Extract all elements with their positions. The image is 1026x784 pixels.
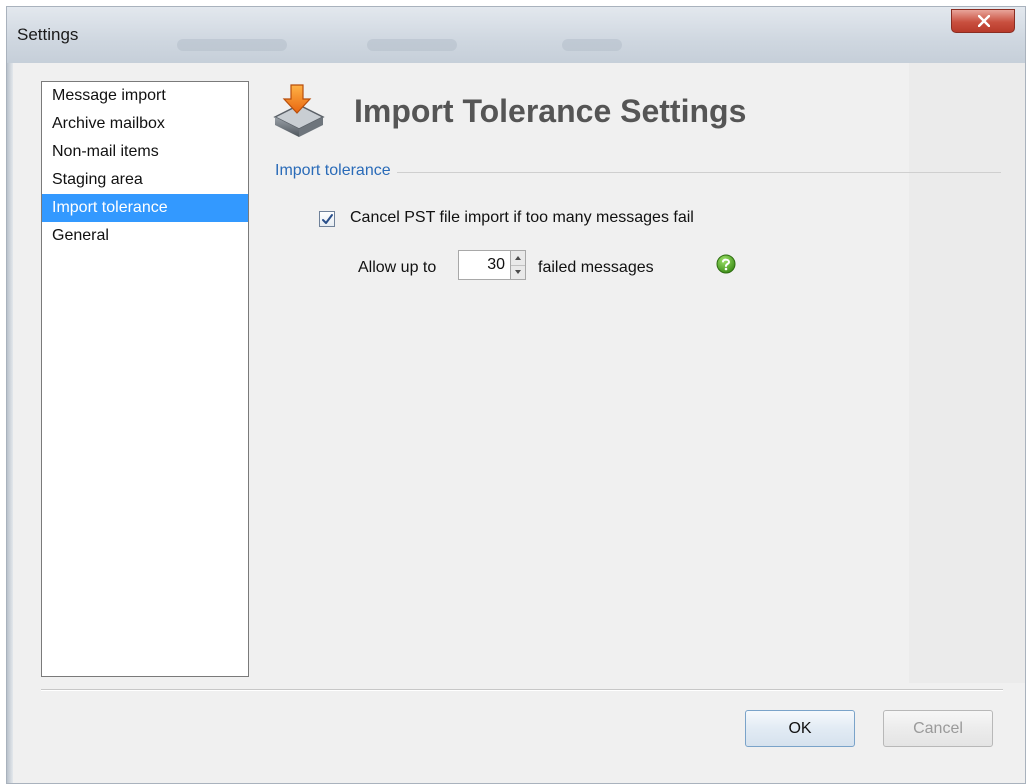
page-title: Import Tolerance Settings [354,93,747,129]
settings-window: Settings Message import Archive mailbox … [6,6,1026,784]
failed-messages-stepper[interactable] [510,250,526,280]
window-title: Settings [17,25,79,44]
title-bar-blur [177,39,287,51]
footer-divider [41,689,1003,690]
title-bar-blur [562,39,622,51]
sidebar-item-archive-mailbox[interactable]: Archive mailbox [42,110,248,138]
ok-button[interactable]: OK [745,710,855,747]
allow-up-to-label: Allow up to [358,259,437,276]
sidebar-item-general[interactable]: General [42,222,248,250]
title-bar[interactable]: Settings [7,7,1025,63]
sidebar-item-message-import[interactable]: Message import [42,82,248,110]
failed-messages-input[interactable]: 30 [458,250,512,280]
stepper-up-button[interactable] [511,251,525,266]
content-shadow [909,63,1025,683]
sidebar-item-import-tolerance[interactable]: Import tolerance [42,194,248,222]
chevron-up-icon [515,256,521,260]
sidebar-item-staging-area[interactable]: Staging area [42,166,248,194]
failed-messages-label: failed messages [538,259,654,276]
settings-category-list[interactable]: Message import Archive mailbox Non-mail … [41,81,249,677]
stepper-down-button[interactable] [511,265,525,279]
close-button[interactable] [951,9,1015,33]
cancel-import-label[interactable]: Cancel PST file import if too many messa… [350,209,694,227]
window-edge [7,63,13,783]
checkmark-icon [322,214,333,224]
close-icon [978,15,990,27]
help-icon[interactable] [716,254,736,274]
import-tray-icon [273,84,325,137]
cancel-import-checkbox[interactable] [319,211,335,227]
chevron-down-icon [515,270,521,274]
group-label-import-tolerance: Import tolerance [275,162,397,180]
sidebar-item-non-mail-items[interactable]: Non-mail items [42,138,248,166]
cancel-button[interactable]: Cancel [883,710,993,747]
title-bar-blur [367,39,457,51]
